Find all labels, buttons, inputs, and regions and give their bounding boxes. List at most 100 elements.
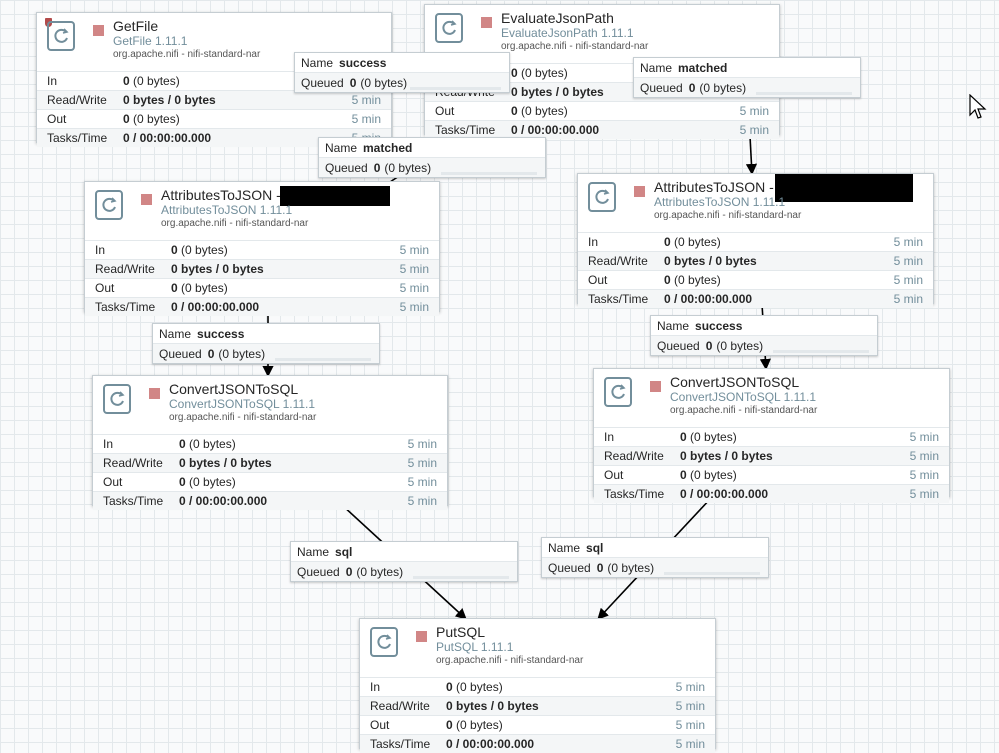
processor-icon: [604, 377, 632, 407]
stat-label: Out: [95, 281, 115, 295]
stat-value: 0: [123, 112, 130, 126]
connection-name: matched: [678, 60, 728, 75]
stat-value: 0 / 00:00:00.000: [179, 494, 268, 508]
processor-bundle: org.apache.nifi - nifi-standard-nar: [654, 210, 802, 221]
stat-bytes: (0 bytes): [133, 74, 180, 88]
stat-window: 5 min: [675, 680, 705, 694]
stat-value: 0 / 00:00:00.000: [511, 123, 600, 137]
connection-name-row: Name sql: [542, 538, 768, 557]
processor-type: AttributesToJSON 1.11.1: [654, 195, 786, 209]
stat-label: Out: [435, 104, 455, 118]
connection-queued-bytes: (0 bytes): [699, 80, 747, 95]
connection-name-row: Name success: [153, 324, 379, 343]
processor-name[interactable]: EvaluateJsonPath: [501, 10, 614, 26]
stop-icon: [149, 388, 160, 399]
stat-bytes: (0 bytes): [133, 112, 180, 126]
connection-name: sql: [586, 540, 604, 555]
stat-row-readwrite: Read/Write 0 bytes / 0 bytes 5 min: [93, 453, 447, 472]
connection-name-row: Name success: [651, 316, 877, 335]
stat-window: 5 min: [407, 494, 437, 508]
processor-icon: [47, 21, 75, 51]
stat-value: 0: [511, 66, 518, 80]
connection-name-label: Name: [159, 326, 192, 341]
processor-type: PutSQL 1.11.1: [436, 640, 514, 654]
connection-label-c7[interactable]: Name sql Queued 0 (0 bytes): [541, 537, 769, 578]
stat-row-out: Out 0 (0 bytes) 5 min: [578, 270, 933, 289]
stat-bytes: (0 bytes): [674, 235, 721, 249]
stat-row-in: In 0 (0 bytes) 5 min: [594, 427, 949, 446]
connection-name-row: Name sql: [291, 542, 517, 561]
connection-name-label: Name: [297, 544, 330, 559]
connection-label-c3[interactable]: Name matched Queued 0 (0 bytes): [318, 137, 546, 178]
connection-queued-bytes: (0 bytes): [384, 160, 432, 175]
stat-value: 0: [664, 235, 671, 249]
stat-value: 0 bytes / 0 bytes: [511, 85, 604, 99]
stop-icon: [416, 631, 427, 642]
processor-putsql[interactable]: PutSQL PutSQL 1.11.1 org.apache.nifi - n…: [359, 618, 716, 753]
processor-header: AttributesToJSON - AttributesToJSON 1.11…: [578, 174, 933, 232]
stat-window: 5 min: [909, 430, 939, 444]
stat-row-in: In 0 (0 bytes) 5 min: [578, 232, 933, 251]
connection-queued-label: Queued: [640, 80, 683, 95]
connection-queued-count: 0: [705, 338, 713, 353]
stat-window: 5 min: [909, 487, 939, 501]
connection-name: matched: [363, 140, 413, 155]
connection-queued-row: Queued 0 (0 bytes): [634, 77, 860, 97]
connection-name: success: [197, 326, 245, 341]
stat-window: 5 min: [739, 123, 769, 137]
stat-label: In: [103, 437, 114, 451]
stat-value: 0 / 00:00:00.000: [171, 300, 260, 314]
processor-header: PutSQL PutSQL 1.11.1 org.apache.nifi - n…: [360, 619, 715, 677]
stat-row-tasks: Tasks/Time 0 / 00:00:00.000 5 min: [93, 491, 447, 510]
stat-value: 0 / 00:00:00.000: [123, 131, 212, 145]
stat-window: 5 min: [399, 281, 429, 295]
connection-name-label: Name: [640, 60, 673, 75]
processor-convertjsontosql_left[interactable]: ConvertJSONToSQL ConvertJSONToSQL 1.11.1…: [92, 375, 448, 510]
connection-label-c1[interactable]: Name success Queued 0 (0 bytes): [294, 52, 510, 93]
stat-bytes: (0 bytes): [181, 243, 228, 257]
stat-label: In: [47, 74, 58, 88]
processor-bundle: org.apache.nifi - nifi-standard-nar: [670, 405, 818, 416]
connection-queued-row: Queued 0 (0 bytes): [542, 557, 768, 577]
processor-name[interactable]: ConvertJSONToSQL: [169, 381, 298, 397]
stat-label: Read/Write: [103, 456, 163, 470]
connection-queued-label: Queued: [159, 346, 202, 361]
connection-queued-label: Queued: [548, 560, 591, 575]
processor-icon: [103, 384, 131, 414]
stat-label: Tasks/Time: [47, 131, 108, 145]
stat-row-tasks: Tasks/Time 0 / 00:00:00.000 5 min: [85, 297, 439, 316]
processor-name[interactable]: AttributesToJSON -: [161, 187, 281, 203]
stat-window: 5 min: [893, 273, 923, 287]
processor-attributestojson_left[interactable]: AttributesToJSON - AttributesToJSON 1.11…: [84, 181, 440, 316]
stat-window: 5 min: [351, 112, 381, 126]
stat-row-in: In 0 (0 bytes) 5 min: [93, 434, 447, 453]
connection-queued-count: 0: [596, 560, 604, 575]
processor-stats: In 0 (0 bytes) 5 min Read/Write 0 bytes …: [93, 434, 447, 510]
connection-label-c5[interactable]: Name success Queued 0 (0 bytes): [650, 315, 878, 356]
stat-window: 5 min: [407, 475, 437, 489]
processor-name[interactable]: GetFile: [113, 18, 158, 34]
processor-convertjsontosql_right[interactable]: ConvertJSONToSQL ConvertJSONToSQL 1.11.1…: [593, 368, 950, 503]
stat-value: 0: [123, 74, 130, 88]
stat-label: In: [95, 243, 106, 257]
connection-queued-row: Queued 0 (0 bytes): [291, 561, 517, 581]
connection-label-c2[interactable]: Name matched Queued 0 (0 bytes): [633, 57, 861, 98]
connection-queued-bytes: (0 bytes): [607, 560, 655, 575]
stat-window: 5 min: [351, 93, 381, 107]
connection-name-row: Name matched: [319, 138, 545, 157]
connection-label-c6[interactable]: Name sql Queued 0 (0 bytes): [290, 541, 518, 582]
processor-name[interactable]: AttributesToJSON -: [654, 179, 774, 195]
processor-name[interactable]: PutSQL: [436, 624, 485, 640]
processor-attributestojson_right[interactable]: AttributesToJSON - AttributesToJSON 1.11…: [577, 173, 934, 308]
stat-value: 0: [171, 281, 178, 295]
connection-label-c4[interactable]: Name success Queued 0 (0 bytes): [152, 323, 380, 364]
stat-row-readwrite: Read/Write 0 bytes / 0 bytes 5 min: [594, 446, 949, 465]
stat-window: 5 min: [399, 300, 429, 314]
stat-label: Out: [604, 468, 624, 482]
processor-bundle: org.apache.nifi - nifi-standard-nar: [169, 412, 317, 423]
stat-label: Tasks/Time: [103, 494, 164, 508]
connection-queued-count: 0: [349, 75, 357, 90]
processor-name[interactable]: ConvertJSONToSQL: [670, 374, 799, 390]
connection-queued-label: Queued: [657, 338, 700, 353]
stat-row-out: Out 0 (0 bytes) 5 min: [360, 715, 715, 734]
